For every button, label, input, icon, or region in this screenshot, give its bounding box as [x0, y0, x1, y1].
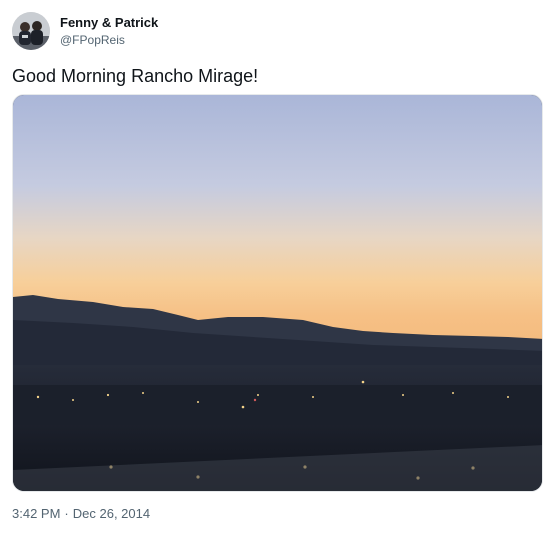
- timestamp-separator: ·: [64, 506, 69, 521]
- avatar-photo-icon: [12, 12, 50, 50]
- tweet-time: 3:42 PM: [12, 506, 61, 521]
- tweet-date: Dec 26, 2014: [72, 506, 151, 521]
- author-avatar[interactable]: [12, 12, 50, 50]
- sunrise-photo-icon: [13, 95, 542, 491]
- author-handle[interactable]: @FPopReis: [60, 33, 125, 47]
- author-display-name[interactable]: Fenny & Patrick: [60, 15, 158, 30]
- tweet-timestamp[interactable]: 3:42 PM · Dec 26, 2014: [12, 506, 150, 521]
- tweet-card: Fenny & Patrick @FPopReis Good Morning R…: [0, 0, 555, 533]
- tweet-text: Good Morning Rancho Mirage!: [12, 66, 259, 86]
- tweet-photo[interactable]: [12, 94, 543, 492]
